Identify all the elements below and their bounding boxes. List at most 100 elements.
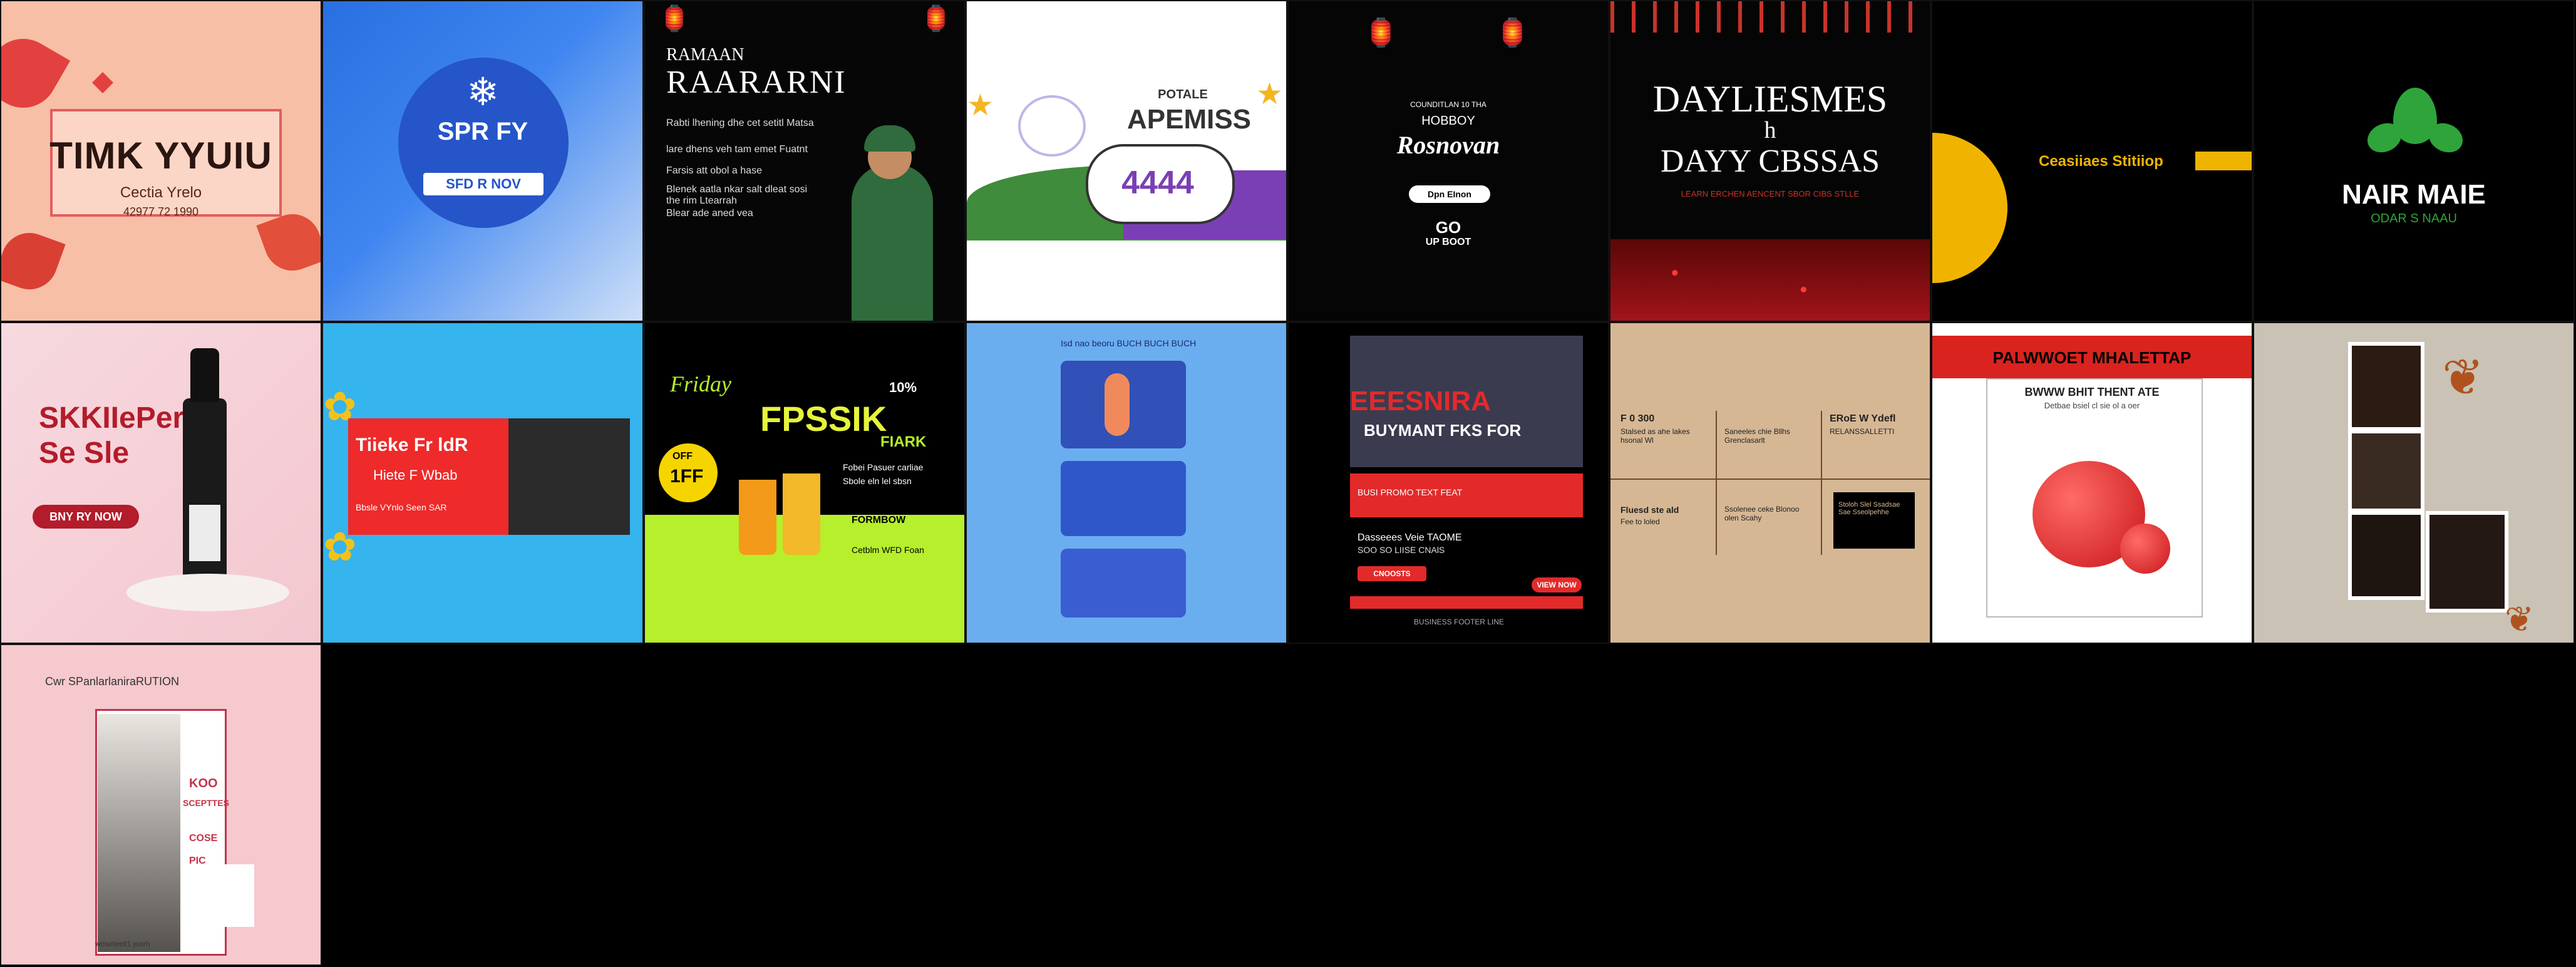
menu-cell-body: Stalsed as ahe lakes hsonal Wl xyxy=(1620,427,1690,445)
person-figure xyxy=(1105,373,1130,436)
tile-illustration[interactable]: Isd nao beoru BUCH BUCH BUCH xyxy=(966,322,1287,644)
bottle-label xyxy=(189,505,220,561)
white-block xyxy=(210,864,254,927)
tile-business[interactable]: EEESNIRA BUYMANT FKS FOR BUSI PROMO TEXT… xyxy=(1287,322,1609,644)
tile-text: FORMBOW xyxy=(852,515,906,525)
tile-small: POTALE xyxy=(1158,88,1208,101)
footer-band xyxy=(1350,596,1583,609)
tile-banner: PALWWOET MHALETTAP xyxy=(1992,348,2192,367)
tile-hobby-ramadan[interactable]: 🏮 🏮 COUNDITLAN 10 THA HOBBOY Rosnovan Dp… xyxy=(1287,0,1609,322)
side-label: COSE xyxy=(189,833,218,844)
tile-subtitle: ODAR S NAAU xyxy=(2371,212,2457,225)
tile-text: Fobei Pasuer carliae xyxy=(843,462,924,472)
tile-para: Rabti lhening dhe cet setitl Matsa xyxy=(666,118,814,128)
tile-ramadan[interactable]: 🏮 🏮 RAMAAN RAARARNI Rabti lhening dhe ce… xyxy=(644,0,966,322)
menu-cell-body: Stoloh Slel Ssadsae Sae Sseolpehhe xyxy=(1838,501,1900,516)
tile-skincare[interactable]: SKKIIePer Se Sle BNY RY NOW xyxy=(0,322,322,644)
cta-button[interactable]: VIEW NOW xyxy=(1532,577,1582,592)
tile-small: RAMAAN xyxy=(666,45,744,65)
tile-line: BUSI PROMO TEXT FEAT xyxy=(1358,487,1463,497)
tile-footer: woseteelt1 jearh xyxy=(95,939,150,948)
tile-line: UP BOOT xyxy=(1425,237,1471,247)
tile-title: DAYLIESMES xyxy=(1652,78,1888,120)
lantern-icon: 🏮 xyxy=(1364,18,1398,48)
tile-title: SPR FY xyxy=(437,118,528,145)
tile-footer: BUSINESS FOOTER LINE xyxy=(1414,618,1505,626)
tile-title: TIMK YYUIU xyxy=(49,135,272,177)
tile-title: RAARARNI xyxy=(666,65,847,100)
thumbnail-grid: TIMK YYUIU Cectia Yrelo 42977 72 1990 ❄ … xyxy=(0,0,2576,967)
tile-title: Tiieke Fr ldR xyxy=(356,435,468,455)
tile-product[interactable]: PALWWOET MHALETTAP BWWW BHIT THENT ATE D… xyxy=(1931,322,2253,644)
tile-menu[interactable]: F 0 300 Stalsed as ahe lakes hsonal Wl S… xyxy=(1609,322,1931,644)
tile-title: NAIR MAIE xyxy=(2342,179,2486,210)
leaf-decoration xyxy=(1,225,66,297)
tile-tagline: LEARN ERCHEN AENCENT SBOR CIBS STLLE xyxy=(1681,189,1860,199)
snowflake-icon: ❄ xyxy=(466,69,499,115)
cta-button[interactable]: Dpn EInon xyxy=(1409,185,1490,203)
photo-frame xyxy=(2426,511,2508,613)
buy-now-button[interactable]: BNY RY NOW xyxy=(33,505,139,529)
scene-panel xyxy=(1061,461,1186,536)
tile-collage[interactable]: ❦ ❦ xyxy=(2253,322,2575,644)
tile-script: Rosnovan xyxy=(1396,131,1500,159)
card-title: BWWW BHIT THENT ATE xyxy=(2024,386,2160,398)
lantern-icon: 🏮 xyxy=(920,5,952,33)
badge-pct: OFF xyxy=(672,451,693,462)
badge-top: 10% xyxy=(889,380,917,395)
tile-para: Blear ade aned vea xyxy=(666,208,753,219)
view-now-button[interactable]: CNOOSTS xyxy=(1358,566,1426,581)
person-cap xyxy=(864,125,915,152)
tile-daylights[interactable]: DAYLIESMES h DAYY CBSSAS LEARN ERCHEN AE… xyxy=(1609,0,1931,322)
tile-thanks-web[interactable]: ✿ ✿ Tiieke Fr ldR Hiete F Wbab Bbsle VYn… xyxy=(322,322,644,644)
menu-cell-body: Saneeles chie Bllhs Grenclasarlt xyxy=(1724,427,1790,445)
bottle-cap xyxy=(190,348,219,402)
tile-header: Isd nao beoru BUCH BUCH BUCH xyxy=(1061,338,1197,348)
tile-title: SKKIIePer xyxy=(39,401,185,435)
tile-text: Cetblm WFD Foan xyxy=(852,545,924,555)
tile-line: 42977 72 1990 xyxy=(123,205,199,218)
product-sphere xyxy=(2120,524,2170,574)
maple-leaf-icon: ❦ xyxy=(2505,599,2534,639)
juice-glass xyxy=(783,473,820,555)
tile-numbers: 4444 xyxy=(1121,165,1194,201)
photo xyxy=(508,418,630,535)
divider xyxy=(1610,478,1930,480)
lantern-icon: 🏮 xyxy=(1495,18,1530,48)
tile-sub: FIARK xyxy=(880,433,927,450)
menu-cell-title: F 0 300 xyxy=(1620,413,1655,424)
tile-studio[interactable]: Ceasiiaes Stitiiop xyxy=(1931,0,2253,322)
scene-panel xyxy=(1061,549,1186,618)
juice-glass xyxy=(739,480,776,555)
tile-juice[interactable]: Friday 10% FPSSIK FIARK OFF 1FF Fobei Pa… xyxy=(644,322,966,644)
tile-thank-you[interactable]: TIMK YYUIU Cectia Yrelo 42977 72 1990 xyxy=(0,0,322,322)
side-label: SCEPTTES xyxy=(183,798,229,808)
tile-line: Dasseees Veie TAOME xyxy=(1358,532,1462,543)
tile-title: Se Sle xyxy=(39,437,130,470)
person-illustration xyxy=(852,164,933,321)
candles-strip xyxy=(1610,1,1930,33)
tile-text: Sbole eln lel sbsn xyxy=(843,476,912,486)
maple-leaf-icon: ❦ xyxy=(2442,349,2485,405)
tile-hair[interactable]: NAIR MAIE ODAR S NAAU xyxy=(2253,0,2575,322)
tile-spring[interactable]: ❄ SPR FY SFD R NOV xyxy=(322,0,644,322)
tile-title: Cwr SPanlarlaniraRUTION xyxy=(45,675,180,688)
card-body: Detbae bsiel cl sie ol a oer xyxy=(2044,401,2140,410)
tile-text: Ceasiiaes Stitiiop xyxy=(2039,153,2163,170)
menu-cell-title: Fluesd ste ald xyxy=(1620,505,1679,515)
shop-now-button[interactable]: SFD R NOV xyxy=(423,173,544,195)
tile-line: Bbsle VYnlo Seen SAR xyxy=(356,502,447,512)
menu-cell-title: ERoE W Ydefl xyxy=(1830,413,1896,424)
side-label: KOO xyxy=(189,777,218,790)
tile-title: EEESNIRA xyxy=(1350,386,1491,416)
tile-line: SOO SO LIISE CNAlS xyxy=(1358,545,1445,555)
white-band xyxy=(967,240,1286,321)
tile-subtitle: Hiete F Wbab xyxy=(373,467,458,483)
tile-unicorn[interactable]: ★ ★ POTALE APEMISS 4444 xyxy=(966,0,1287,322)
photo-frame xyxy=(2348,430,2424,512)
tile-fashion[interactable]: Cwr SPanlarlaniraRUTION KOO SCEPTTES COS… xyxy=(0,644,322,966)
badge-num: 1FF xyxy=(670,466,704,487)
pedestal xyxy=(126,574,289,611)
tile-num: GO xyxy=(1435,218,1461,237)
tile-para: Farsis att obol a hase xyxy=(666,165,762,176)
